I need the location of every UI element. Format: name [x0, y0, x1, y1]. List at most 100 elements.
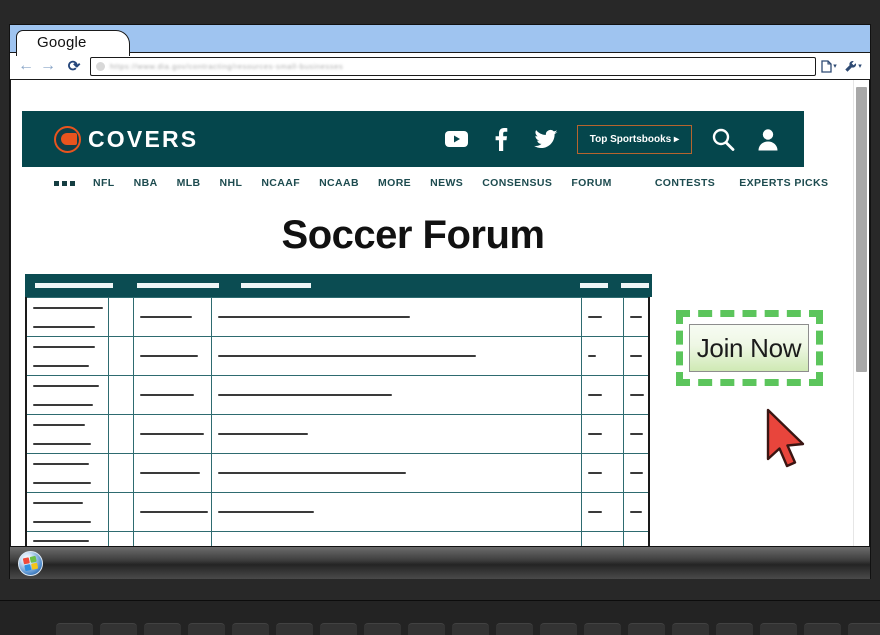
- keyboard-key-row: [56, 623, 880, 635]
- cell-topic: [25, 297, 109, 337]
- redacted-text-line: [33, 501, 83, 504]
- cell-author: [132, 531, 212, 546]
- twitter-icon[interactable]: [533, 126, 560, 153]
- document-glyph: [821, 59, 832, 73]
- keyboard-key: [496, 623, 533, 635]
- redacted-text-line: [629, 394, 644, 396]
- redacted-text-line: [587, 355, 596, 357]
- cell-subject: [210, 453, 582, 493]
- redacted-text-line: [33, 403, 93, 406]
- forum-table: [25, 297, 650, 546]
- menu-dots-icon[interactable]: [54, 180, 75, 186]
- cell-subject: [210, 297, 582, 337]
- forum-header-label-4: [580, 283, 608, 288]
- cell-icon: [107, 297, 134, 337]
- cell-topic: [25, 414, 109, 454]
- redacted-text-line: [139, 316, 192, 318]
- cell-icon: [107, 336, 134, 376]
- covers-logo-text: COVERS: [88, 125, 199, 152]
- page-menu-caret: ▾: [833, 63, 837, 70]
- table-row[interactable]: [25, 297, 650, 337]
- cell-replies: [580, 297, 624, 337]
- nav-item-consensus[interactable]: CONSENSUS: [482, 177, 552, 189]
- nav-item-more[interactable]: MORE: [378, 177, 411, 189]
- cell-topic: [25, 336, 109, 376]
- keyboard-key: [584, 623, 621, 635]
- cell-author: [132, 492, 212, 532]
- facebook-icon[interactable]: [488, 126, 515, 153]
- desktop-background: Google ← → ⟳ https://www.dia.gov/contrac…: [9, 24, 871, 547]
- nav-item-ncaaf[interactable]: NCAAF: [261, 177, 300, 189]
- cell-icon: [107, 531, 134, 546]
- keyboard-key: [540, 623, 577, 635]
- cell-icon: [107, 375, 134, 415]
- cell-topic: [25, 531, 109, 546]
- cell-topic: [25, 492, 109, 532]
- site-header: COVERS Top Sportsbooks ▸: [22, 111, 804, 167]
- table-row[interactable]: [25, 375, 650, 415]
- page-menu-icon[interactable]: ▾: [818, 56, 840, 76]
- redacted-text-line: [33, 384, 99, 387]
- table-row[interactable]: [25, 492, 650, 532]
- table-row[interactable]: [25, 414, 650, 454]
- covers-logo-icon: [54, 125, 81, 153]
- forum-header-label-2: [137, 283, 219, 288]
- top-sportsbooks-button[interactable]: Top Sportsbooks ▸: [576, 124, 692, 154]
- wrench-menu-caret: ▾: [858, 63, 862, 70]
- browser-tab-google[interactable]: Google: [16, 30, 130, 56]
- table-row[interactable]: [25, 336, 650, 376]
- windows-start-button[interactable]: [18, 550, 43, 576]
- youtube-icon[interactable]: [443, 126, 470, 153]
- cell-topic: [25, 375, 109, 415]
- join-now-button[interactable]: Join Now: [689, 324, 809, 372]
- nav-item-nba[interactable]: NBA: [134, 177, 158, 189]
- redacted-text-line: [217, 433, 308, 435]
- nav-item-news[interactable]: NEWS: [430, 177, 463, 189]
- page-favicon: [96, 61, 105, 71]
- nav-item-forum[interactable]: FORUM: [571, 177, 612, 189]
- page-scrollbar-track[interactable]: [852, 80, 868, 546]
- redacted-text-line: [629, 316, 642, 318]
- youtube-glyph: [444, 131, 468, 147]
- windows-logo-icon: [22, 555, 39, 571]
- cell-views: [622, 414, 650, 454]
- redacted-text-line: [629, 511, 642, 513]
- table-row[interactable]: [25, 531, 650, 546]
- windows-taskbar: [9, 547, 871, 579]
- browser-toolbar: ← → ⟳ https://www.dia.gov/contracting/re…: [10, 52, 870, 80]
- page-scrollbar-thumb[interactable]: [855, 87, 867, 372]
- cell-author: [132, 453, 212, 493]
- cell-icon: [107, 492, 134, 532]
- nav-item-contests[interactable]: CONTESTS: [655, 177, 715, 189]
- nav-item-mlb[interactable]: MLB: [177, 177, 201, 189]
- redacted-text-line: [33, 345, 95, 348]
- redacted-text-line: [33, 442, 91, 445]
- nav-item-ncaab[interactable]: NCAAB: [319, 177, 359, 189]
- browser-window: Google ← → ⟳ https://www.dia.gov/contrac…: [10, 25, 870, 546]
- forward-icon[interactable]: →: [38, 56, 58, 76]
- forum-header-label-5: [621, 283, 649, 288]
- nav-item-nfl[interactable]: NFL: [93, 177, 115, 189]
- search-icon[interactable]: [709, 126, 736, 153]
- table-row[interactable]: [25, 453, 650, 493]
- user-icon[interactable]: [754, 126, 781, 153]
- redacted-text-line: [629, 355, 642, 357]
- back-icon[interactable]: ←: [16, 56, 36, 76]
- cell-views: [622, 492, 650, 532]
- laptop-bezel-bottom: [0, 579, 880, 601]
- covers-logo[interactable]: COVERS: [36, 125, 434, 153]
- nav-item-nhl[interactable]: NHL: [220, 177, 243, 189]
- nav-item-experts-picks[interactable]: EXPERTS PICKS: [739, 177, 828, 189]
- cell-author: [132, 375, 212, 415]
- redacted-text-line: [139, 355, 198, 357]
- address-bar[interactable]: https://www.dia.gov/contracting/resource…: [90, 56, 816, 76]
- keyboard-key: [408, 623, 445, 635]
- redacted-text-line: [139, 511, 208, 513]
- cell-subject: [210, 336, 582, 376]
- cell-views: [622, 375, 650, 415]
- wrench-menu-icon[interactable]: ▾: [842, 56, 864, 76]
- redacted-text-line: [217, 511, 314, 513]
- redacted-text-line: [629, 472, 643, 474]
- redacted-text-line: [33, 481, 91, 484]
- reload-icon[interactable]: ⟳: [64, 56, 84, 76]
